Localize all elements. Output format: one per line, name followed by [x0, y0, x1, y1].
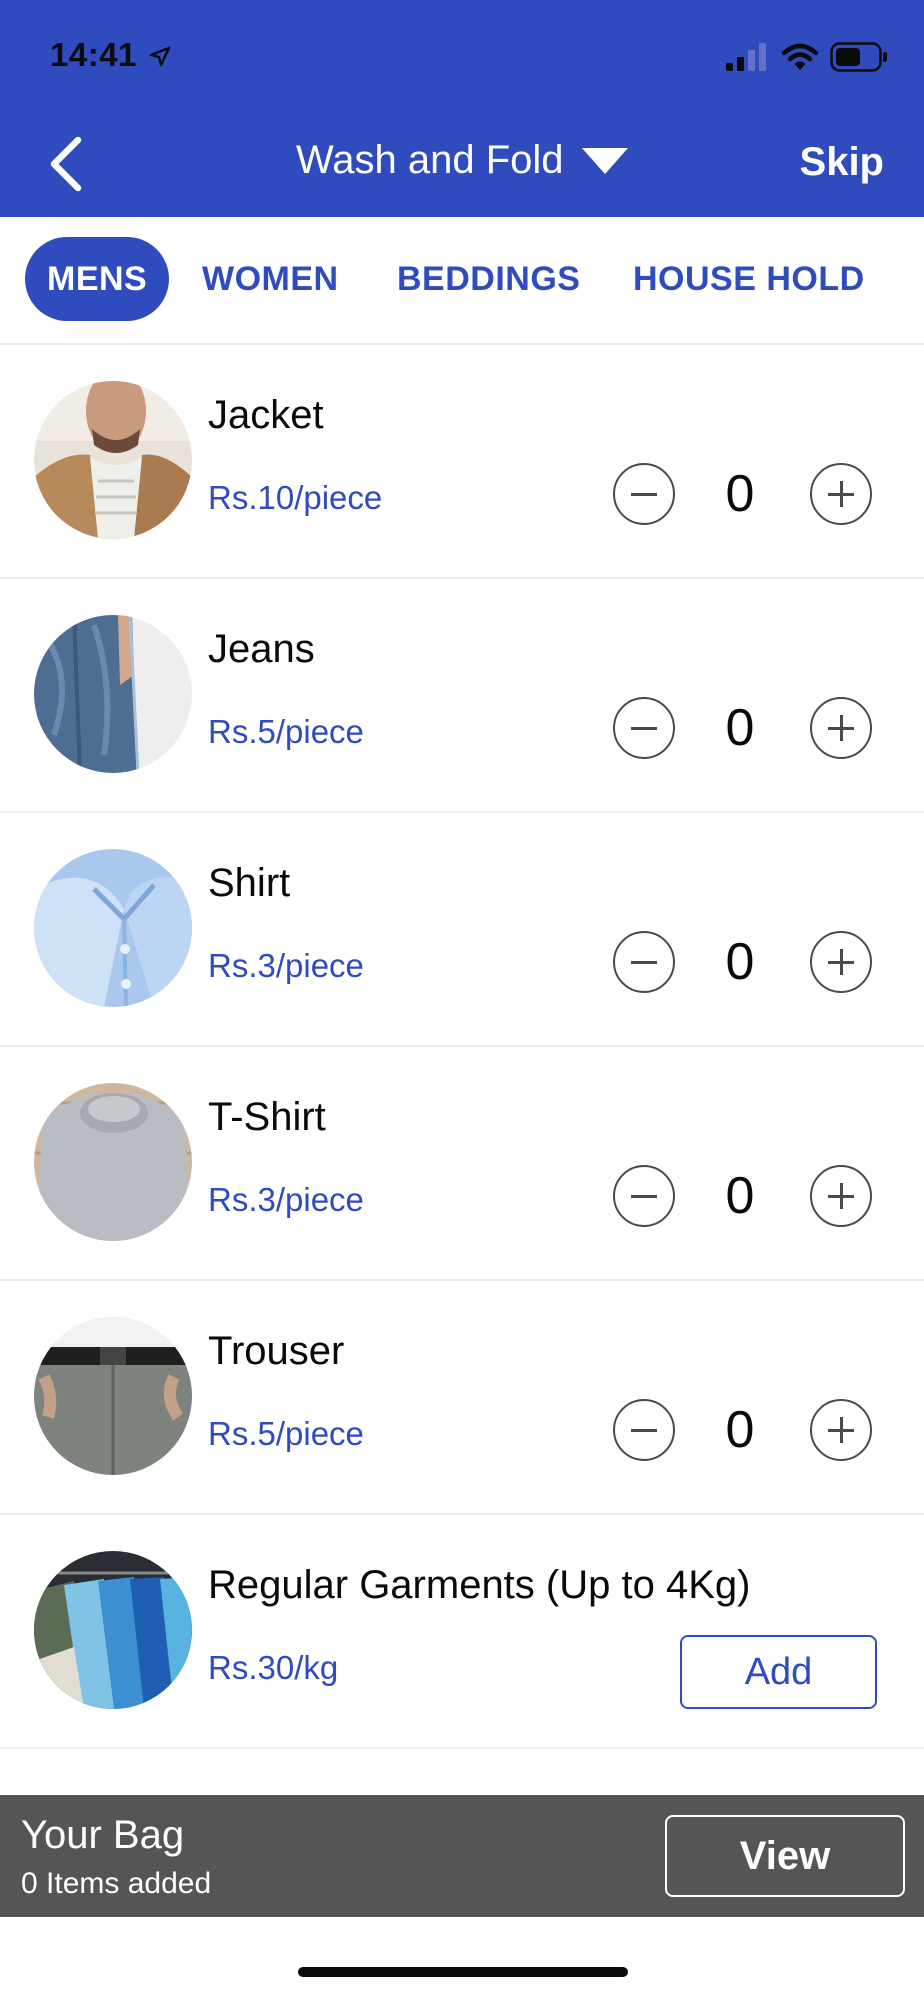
decrease-button[interactable]: [613, 1399, 675, 1461]
tab-house-hold[interactable]: HOUSE HOLD: [633, 237, 865, 321]
item-name: Jeans: [208, 627, 315, 671]
decrease-button[interactable]: [613, 697, 675, 759]
list-item: Jeans Rs.5/piece 0: [0, 579, 924, 813]
item-price: Rs.30/kg: [208, 1649, 339, 1686]
battery-icon: [830, 42, 887, 72]
increase-button[interactable]: [810, 931, 872, 993]
quantity-value: 0: [725, 699, 755, 757]
view-bag-button[interactable]: View: [665, 1815, 905, 1897]
tshirt-photo: [34, 1083, 192, 1241]
minus-icon: [631, 727, 657, 730]
quantity-value: 0: [725, 933, 755, 991]
minus-icon: [631, 1429, 657, 1432]
item-name: Jacket: [208, 393, 324, 437]
home-indicator[interactable]: [298, 1967, 628, 1977]
add-button[interactable]: Add: [680, 1635, 877, 1709]
item-price: Rs.5/piece: [208, 713, 364, 750]
quantity-value: 0: [725, 1401, 755, 1459]
jacket-photo: [34, 381, 192, 539]
signal-icon: [726, 43, 766, 71]
item-price: Rs.3/piece: [208, 947, 364, 984]
increase-button[interactable]: [810, 463, 872, 525]
location-arrow-icon: [149, 47, 170, 67]
minus-icon: [631, 1195, 657, 1198]
item-name: Shirt: [208, 861, 291, 905]
tab-women[interactable]: WOMEN: [202, 237, 339, 321]
minus-icon: [631, 961, 657, 964]
list-item: Shirt Rs.3/piece 0: [0, 813, 924, 1047]
category-tabs: MENS WOMEN BEDDINGS HOUSE HOLD: [0, 217, 924, 345]
list-item: Jacket Rs.10/piece 0: [0, 345, 924, 579]
service-selector[interactable]: Wash and Fold: [0, 138, 924, 183]
list-item: T-Shirt Rs.3/piece 0: [0, 1047, 924, 1281]
item-price: Rs.10/piece: [208, 479, 383, 516]
jeans-photo: [34, 615, 192, 773]
tab-mens[interactable]: MENS: [25, 237, 170, 321]
caret-down-icon: [582, 147, 628, 174]
bag-item-count: 0 Items added: [21, 1867, 212, 1900]
increase-button[interactable]: [810, 1165, 872, 1227]
increase-button[interactable]: [810, 697, 872, 759]
quantity-value: 0: [725, 1167, 755, 1225]
garments-rack-photo: [34, 1551, 192, 1709]
decrease-button[interactable]: [613, 463, 675, 525]
app-header: 14:41 Wash and Fold Skip: [0, 0, 924, 217]
status-time: 14:41: [50, 36, 171, 74]
item-price: Rs.3/piece: [208, 1181, 364, 1218]
status-time-text: 14:41: [50, 36, 137, 73]
minus-icon: [631, 493, 657, 496]
skip-button[interactable]: Skip: [800, 140, 884, 185]
page-title: Wash and Fold: [296, 138, 564, 182]
tab-beddings[interactable]: BEDDINGS: [397, 237, 580, 321]
shirt-photo: [34, 849, 192, 1007]
item-list: Jacket Rs.10/piece 0 Jeans Rs.5/piece 0: [0, 345, 924, 1749]
list-item: Regular Garments (Up to 4Kg) Rs.30/kg Ad…: [0, 1515, 924, 1749]
item-price: Rs.5/piece: [208, 1415, 364, 1452]
status-icons: [726, 40, 888, 74]
wifi-icon: [782, 43, 818, 70]
increase-button[interactable]: [810, 1399, 872, 1461]
bag-bar: Your Bag 0 Items added View: [0, 1795, 924, 1917]
decrease-button[interactable]: [613, 1165, 675, 1227]
bag-title: Your Bag: [21, 1813, 185, 1857]
item-name: T-Shirt: [208, 1095, 326, 1139]
list-item: Trouser Rs.5/piece 0: [0, 1281, 924, 1515]
item-name: Regular Garments (Up to 4Kg): [208, 1563, 751, 1607]
item-name: Trouser: [208, 1329, 345, 1373]
quantity-value: 0: [725, 465, 755, 523]
decrease-button[interactable]: [613, 931, 675, 993]
trouser-photo: [34, 1317, 192, 1475]
